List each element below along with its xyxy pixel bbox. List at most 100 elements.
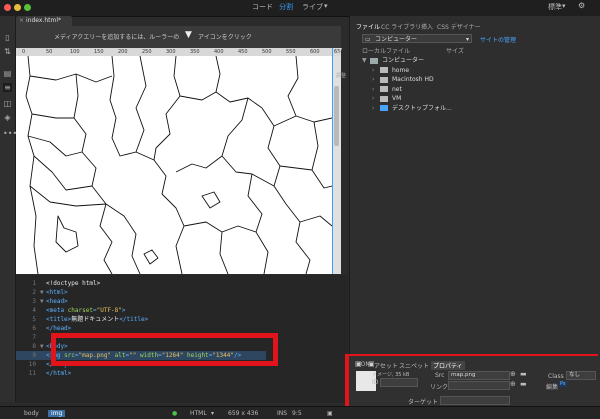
cursor-position: 9:5	[292, 410, 302, 417]
code-format-icon[interactable]: ≡	[3, 83, 12, 92]
code-line[interactable]: 2 ▼ <html>	[16, 288, 68, 297]
tab-properties[interactable]: プロパティ	[431, 361, 465, 370]
link-input[interactable]	[448, 381, 510, 390]
line-number: 5	[32, 316, 36, 323]
insert-mode[interactable]: INS	[277, 410, 287, 417]
gear-icon[interactable]: ⚙	[578, 1, 585, 10]
code-line[interactable]: 6 </head>	[16, 324, 71, 333]
id-label: ID	[372, 379, 379, 386]
window-size[interactable]: 659 x 436	[228, 410, 258, 417]
design-view-map-image[interactable]	[16, 56, 332, 274]
chevron-right-icon[interactable]: ›	[372, 104, 380, 113]
panel-tabs: ファイル CC ライブラリ 挿入 CSS デザイナー	[349, 22, 600, 32]
tab-insert[interactable]: 挿入	[421, 22, 433, 31]
media-query-guide-line	[332, 48, 333, 274]
ruler-tick-label: 500	[262, 49, 272, 55]
code-line[interactable]: 5 <title>無題ドキュメント</title>	[16, 315, 148, 324]
format-icon[interactable]: ▤	[3, 69, 12, 78]
file-tree-item[interactable]: › home	[372, 66, 409, 75]
document-type-dropdown-icon[interactable]: ▾	[211, 410, 214, 417]
tag-selector-body[interactable]: body	[24, 410, 39, 417]
zoom-window-icon[interactable]	[24, 4, 31, 11]
mode-split-button[interactable]: 分割	[279, 2, 293, 12]
workspace-dropdown-icon[interactable]: ▾	[562, 2, 566, 10]
code-token: <meta	[46, 307, 68, 314]
tab-files[interactable]: ファイル	[356, 22, 380, 31]
chevron-right-icon[interactable]: ›	[372, 75, 380, 84]
src-input[interactable]: map.png	[448, 371, 510, 380]
code-token: </title>	[119, 316, 149, 323]
link-point-icon[interactable]: ⊕	[510, 380, 516, 388]
workspace-switcher[interactable]: 標準	[548, 2, 562, 12]
target-select[interactable]	[440, 396, 510, 405]
chevron-down-icon[interactable]: ▼	[362, 56, 370, 65]
code-line[interactable]: 4 <meta charset="UTF-8">	[16, 306, 126, 315]
id-input[interactable]	[380, 378, 418, 387]
code-token: <html>	[46, 289, 68, 296]
ruler-tick-label: 250	[142, 49, 152, 55]
ruler-tick-label: 50	[46, 49, 53, 55]
file-icon[interactable]: ▯	[3, 33, 12, 42]
code-line[interactable]: 1 <!doctype html>	[16, 279, 100, 288]
folder-icon	[380, 105, 388, 111]
ruler[interactable]: 0 50 100 150 200 250 300 350 400 450 500 550 600 650	[16, 48, 344, 56]
document-type-select[interactable]: HTML	[190, 410, 207, 417]
tab-css-designer[interactable]: CSS デザイナー	[437, 22, 481, 31]
file-tree-label: VM	[392, 95, 402, 102]
class-label: Class	[548, 373, 564, 380]
file-tree-item[interactable]: › デスクトップフォル...	[372, 104, 452, 113]
code-token: <head>	[46, 298, 68, 305]
tab-assets[interactable]: アセット	[374, 361, 398, 370]
more-icon[interactable]: •••	[3, 129, 17, 138]
mode-code-button[interactable]: コード	[252, 2, 273, 12]
point-to-file-icon[interactable]: ⊕	[510, 370, 516, 378]
code-token: <!doctype html>	[46, 280, 101, 287]
site-bar: ▭ コンピューター ▾ サイトの管理	[362, 34, 596, 45]
manage-sites-link[interactable]: サイトの管理	[480, 35, 516, 44]
close-tab-icon[interactable]: ×	[19, 16, 24, 26]
tab-cc-libraries[interactable]: CC ライブラリ	[381, 22, 421, 31]
link-label: リンク	[430, 384, 449, 391]
tab-dom[interactable]: DOM	[356, 361, 371, 368]
tag-selector-img[interactable]: img	[48, 410, 66, 417]
live-dropdown-icon[interactable]: ▾	[324, 2, 328, 10]
file-transfer-icon[interactable]: ⇅	[3, 47, 12, 56]
scrollbar-thumb[interactable]	[334, 86, 339, 146]
class-select[interactable]: なし	[566, 371, 596, 380]
code-line[interactable]: 3 ▼ <head>	[16, 297, 68, 306]
line-number: 3	[32, 298, 36, 305]
mode-live-button[interactable]: ライブ	[302, 2, 323, 12]
tag-icon[interactable]: ◈	[3, 113, 12, 122]
wrap-icon[interactable]: ◫	[3, 99, 12, 108]
add-media-query-icon[interactable]: ▼	[185, 30, 192, 40]
link-folder-icon[interactable]: ▬	[520, 380, 527, 388]
preview-icon[interactable]: ▣	[327, 410, 333, 417]
viewport-handle-icon[interactable]: ▽	[336, 46, 342, 55]
col-size[interactable]: サイズ	[446, 46, 464, 55]
file-tree-item[interactable]: ▼ コンピューター	[362, 56, 424, 65]
chevron-right-icon[interactable]: ›	[372, 66, 380, 75]
col-local-files[interactable]: ローカルファイル	[362, 46, 410, 55]
minimize-window-icon[interactable]	[14, 4, 21, 11]
media-query-bar: メディアクエリーを追加するには、ルーラーの ▼ アイコンをクリック	[16, 26, 341, 48]
photoshop-edit-icon[interactable]: Ps	[559, 381, 567, 387]
tab-snippets[interactable]: スニペット	[399, 361, 429, 370]
code-line[interactable]: 11 </html>	[16, 369, 72, 378]
chevron-right-icon[interactable]: ›	[372, 85, 380, 94]
browse-folder-icon[interactable]: ▬	[520, 370, 527, 378]
design-view-scrollbar[interactable]	[332, 56, 341, 274]
close-window-icon[interactable]	[4, 4, 11, 11]
file-tree-item[interactable]: › Macintosh HD	[372, 75, 434, 84]
document-tab[interactable]: × index.html*	[16, 16, 72, 26]
code-token: </html>	[46, 370, 72, 377]
drive-icon	[380, 67, 388, 73]
file-tree-item[interactable]: › VM	[372, 94, 401, 103]
code-token: >	[121, 307, 126, 314]
file-tree-item[interactable]: › net	[372, 85, 402, 94]
ruler-tick-label: 0	[22, 49, 26, 55]
code-token: charset	[67, 307, 93, 314]
site-select[interactable]: ▭ コンピューター ▾	[362, 34, 472, 43]
code-line[interactable]: 7	[16, 333, 46, 342]
chevron-right-icon[interactable]: ›	[372, 94, 380, 103]
ruler-tick-label: 200	[118, 49, 128, 55]
